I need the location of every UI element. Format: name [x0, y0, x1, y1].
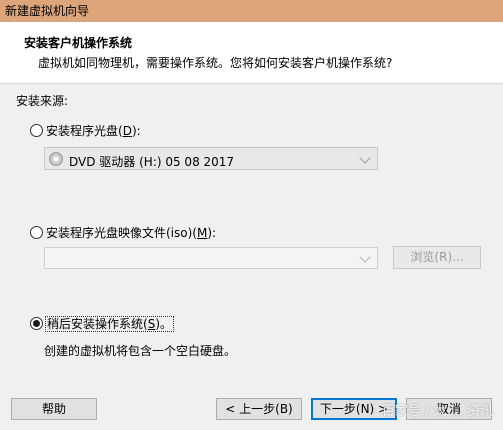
page-subtitle: 虚拟机如同物理机，需要操作系统。您将如何安装客户机操作系统?: [38, 56, 393, 70]
wizard-header: 安装客户机操作系统 虚拟机如同物理机，需要操作系统。您将如何安装客户机操作系统?: [0, 22, 503, 84]
install-source-label: 安装来源:: [16, 94, 69, 108]
disc-drive-value: DVD 驱动器 (H:) 05 08 2017: [69, 155, 235, 169]
option-install-later-key: S: [147, 317, 156, 331]
back-button[interactable]: < 上一步(B): [216, 398, 302, 420]
radio-installer-disc[interactable]: [30, 124, 43, 137]
option-install-later[interactable]: 稍后安装操作系统(S)。: [45, 315, 175, 332]
install-later-note: 创建的虚拟机将包含一个空白硬盘。: [44, 344, 237, 358]
option-iso-image-key: M: [196, 226, 208, 240]
option-install-later-label: 稍后安装操作系统: [47, 317, 144, 331]
radio-install-later[interactable]: [30, 317, 43, 330]
dvd-disc-icon: [49, 152, 63, 166]
option-installer-disc[interactable]: 安装程序光盘(D):: [46, 122, 141, 139]
help-button[interactable]: 帮助: [11, 398, 97, 420]
option-installer-disc-label: 安装程序光盘: [46, 124, 119, 138]
watermark: 百家号 / 大 ... 资讯: [381, 404, 493, 419]
page-title: 安装客户机操作系统: [24, 36, 133, 50]
browse-button[interactable]: 浏览(R)...: [393, 246, 481, 269]
disc-drive-combo[interactable]: DVD 驱动器 (H:) 05 08 2017: [44, 147, 378, 170]
option-iso-image[interactable]: 安装程序光盘映像文件(iso)(M):: [46, 224, 216, 241]
window-title: 新建虚拟机向导: [0, 0, 503, 22]
option-iso-image-label: 安装程序光盘映像文件(iso): [46, 226, 193, 240]
chevron-down-icon: [359, 152, 371, 164]
option-installer-disc-key: D: [122, 124, 132, 138]
iso-path-combo[interactable]: [44, 247, 378, 269]
radio-iso-image[interactable]: [30, 226, 43, 239]
chevron-down-icon: [359, 251, 371, 263]
